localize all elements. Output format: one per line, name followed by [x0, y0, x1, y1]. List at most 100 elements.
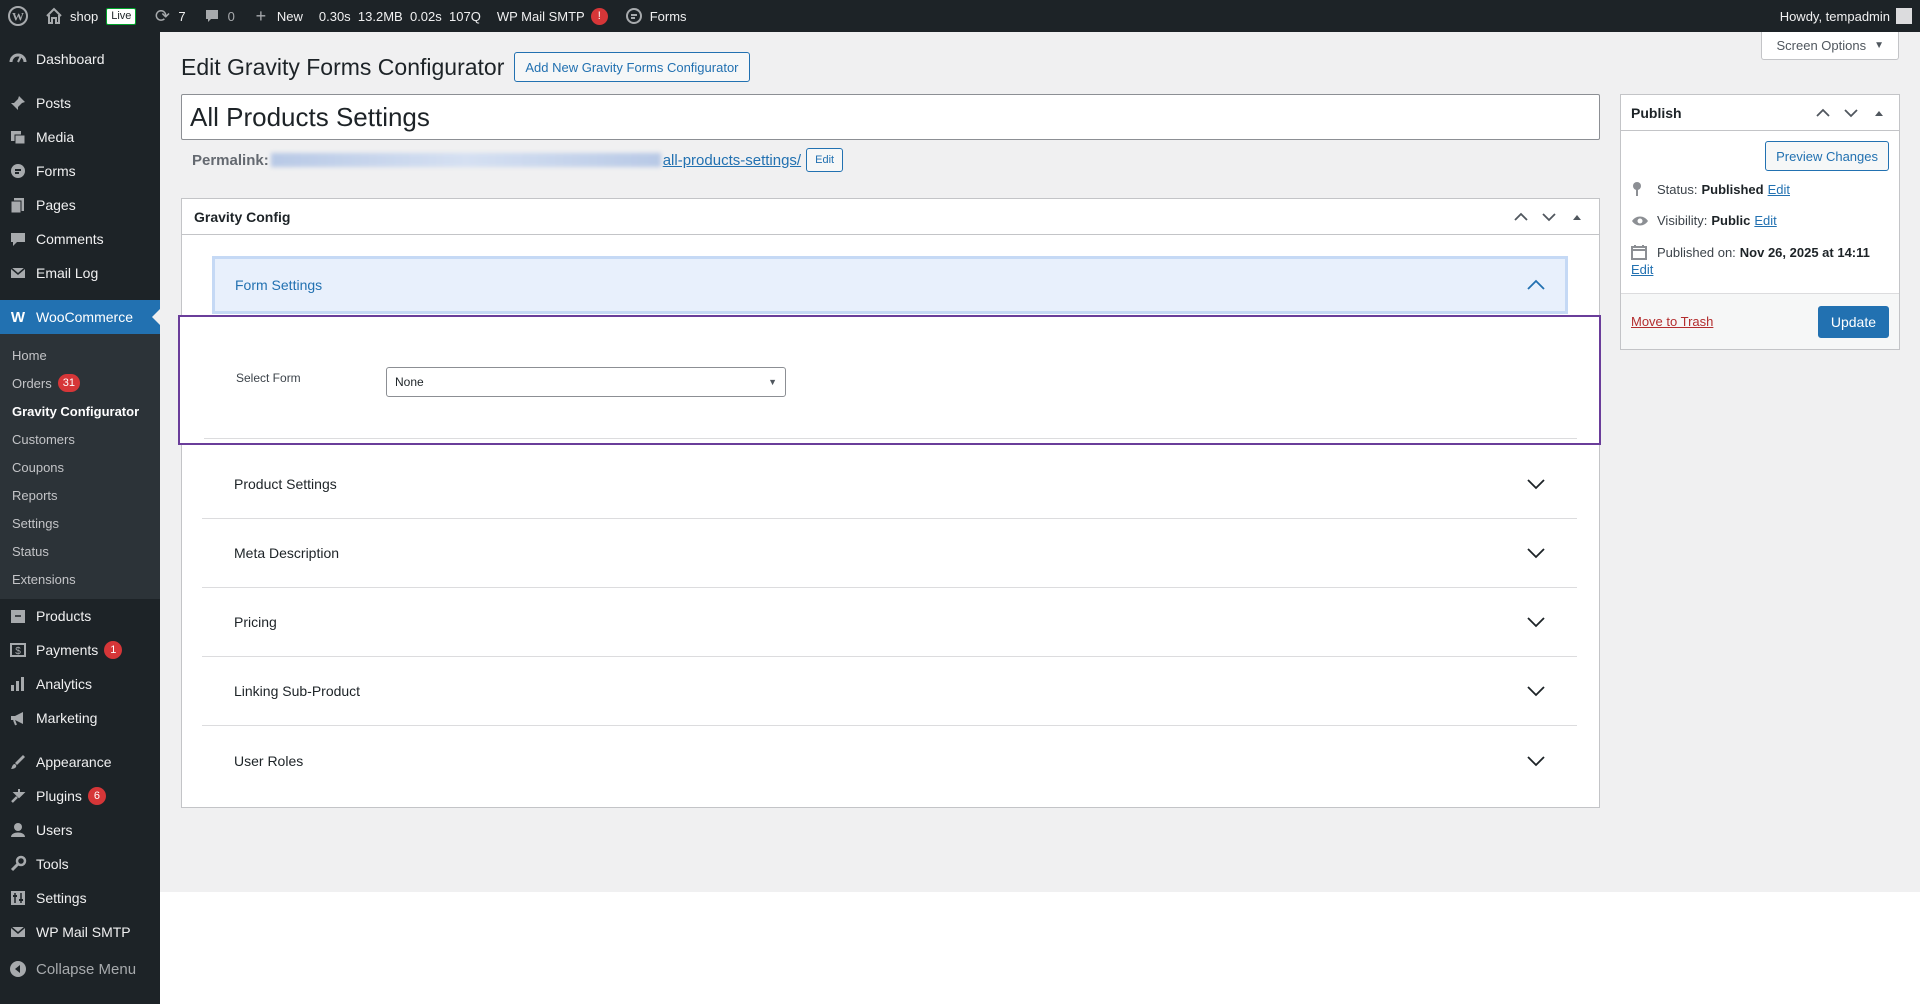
submenu-extensions[interactable]: Extensions: [0, 565, 160, 593]
woocommerce-submenu: Home Orders 31 Gravity Configurator Custo…: [0, 334, 160, 599]
post-title-input[interactable]: All Products Settings: [181, 94, 1600, 140]
pages-icon: [8, 195, 28, 215]
move-to-trash-link[interactable]: Move to Trash: [1631, 314, 1713, 329]
permalink-link[interactable]: all-products-settings/: [663, 152, 801, 169]
product-settings-header[interactable]: Product Settings: [202, 450, 1577, 519]
menu-media-label: Media: [36, 129, 75, 145]
pricing-header[interactable]: Pricing: [202, 588, 1577, 657]
submenu-orders[interactable]: Orders 31: [0, 369, 160, 397]
query-monitor-link[interactable]: 0.30s 13.2MB 0.02s 107Q: [311, 0, 489, 32]
publish-actions: Move to Trash Update: [1621, 293, 1899, 349]
menu-appearance[interactable]: Appearance: [0, 745, 160, 779]
menu-plugins-label: Plugins: [36, 788, 82, 804]
wp-mail-smtp-link[interactable]: WP Mail SMTP !: [489, 0, 616, 32]
menu-settings[interactable]: Settings: [0, 881, 160, 915]
comments-count: 0: [227, 8, 235, 24]
submenu-reports[interactable]: Reports: [0, 481, 160, 509]
permalink-label: Permalink:: [192, 151, 269, 169]
move-up-icon[interactable]: [1813, 108, 1833, 118]
meta-description-label: Meta Description: [234, 545, 340, 561]
toggle-panel-icon[interactable]: [1567, 213, 1587, 221]
gravity-config-header: Gravity Config: [182, 199, 1599, 235]
updates-icon: ⟳: [154, 5, 170, 26]
toggle-panel-icon[interactable]: [1869, 109, 1889, 117]
preview-changes-button[interactable]: Preview Changes: [1765, 141, 1889, 171]
forms-link[interactable]: Forms: [616, 0, 695, 32]
media-icon: [8, 127, 28, 147]
select-form-label: Select Form: [236, 371, 301, 385]
menu-email-log[interactable]: Email Log: [0, 256, 160, 290]
update-button[interactable]: Update: [1817, 305, 1889, 338]
status-edit-link[interactable]: Edit: [1768, 182, 1790, 197]
menu-posts[interactable]: Posts: [0, 86, 160, 120]
products-icon: [8, 606, 28, 626]
user-roles-header[interactable]: User Roles: [202, 726, 1577, 795]
chevron-down-icon: [1527, 547, 1545, 559]
move-down-icon[interactable]: [1841, 108, 1861, 118]
linking-sub-product-header[interactable]: Linking Sub-Product: [202, 657, 1577, 726]
menu-wp-mail-smtp[interactable]: WP Mail SMTP: [0, 915, 160, 949]
menu-comments[interactable]: Comments: [0, 222, 160, 256]
move-up-icon[interactable]: [1511, 212, 1531, 222]
submenu-coupons[interactable]: Coupons: [0, 453, 160, 481]
collapse-menu-button[interactable]: Collapse Menu: [0, 951, 160, 987]
site-name: shop: [70, 8, 99, 24]
product-settings-label: Product Settings: [234, 476, 337, 492]
comments-link[interactable]: 0: [194, 0, 243, 32]
perf-memory: 13.2MB: [357, 8, 403, 24]
menu-dashboard[interactable]: Dashboard: [0, 42, 160, 76]
menu-payments[interactable]: $ Payments 1: [0, 633, 160, 667]
meta-description-header[interactable]: Meta Description: [202, 519, 1577, 588]
menu-woocommerce[interactable]: W WooCommerce: [0, 300, 160, 334]
menu-marketing[interactable]: Marketing: [0, 701, 160, 735]
screen-options-label: Screen Options: [1776, 38, 1867, 53]
site-name-link[interactable]: shop Live: [36, 0, 144, 32]
published-label: Published on:: [1657, 244, 1736, 260]
submenu-status[interactable]: Status: [0, 537, 160, 565]
visibility-edit-link[interactable]: Edit: [1754, 213, 1776, 228]
add-new-button[interactable]: Add New Gravity Forms Configurator: [514, 52, 750, 82]
form-settings-header[interactable]: Form Settings: [212, 256, 1568, 314]
menu-forms[interactable]: Forms: [0, 154, 160, 188]
forms-icon: [624, 6, 644, 26]
move-down-icon[interactable]: [1539, 212, 1559, 222]
plugins-icon: [8, 786, 28, 806]
form-settings-panel: Select Form None ▼: [178, 315, 1601, 445]
my-account-link[interactable]: Howdy, tempadmin: [1772, 0, 1920, 32]
gravity-config-metabox: Gravity Config Form Settings Select Form…: [178, 198, 1601, 808]
menu-analytics[interactable]: Analytics: [0, 667, 160, 701]
wordpress-logo[interactable]: W: [0, 0, 36, 32]
menu-plugins[interactable]: Plugins 6: [0, 779, 160, 813]
menu-pages-label: Pages: [36, 197, 76, 213]
submenu-coupons-label: Coupons: [12, 459, 65, 475]
perf-time: 0.30s: [318, 8, 351, 24]
payments-badge: 1: [104, 641, 123, 659]
submenu-settings[interactable]: Settings: [0, 509, 160, 537]
select-form-dropdown[interactable]: None ▼: [386, 367, 786, 397]
submenu-gravity-configurator[interactable]: Gravity Configurator: [0, 397, 160, 425]
menu-analytics-label: Analytics: [36, 676, 93, 692]
permalink-edit-button[interactable]: Edit: [806, 148, 844, 172]
plugins-badge: 6: [87, 787, 106, 805]
payments-icon: $: [8, 640, 28, 660]
visibility-row: Visibility: Public Edit: [1621, 213, 1899, 228]
collapse-icon: [8, 959, 28, 979]
menu-products-label: Products: [36, 608, 92, 624]
visibility-label: Visibility:: [1657, 213, 1708, 228]
menu-media[interactable]: Media: [0, 120, 160, 154]
updates-link[interactable]: ⟳ 7: [144, 0, 193, 32]
eye-icon: [1631, 215, 1649, 227]
menu-tools[interactable]: Tools: [0, 847, 160, 881]
screen-options-button[interactable]: Screen Options ▼: [1761, 32, 1899, 60]
comments-icon: [8, 229, 28, 249]
submenu-home[interactable]: Home: [0, 341, 160, 369]
main-content: Screen Options ▼ Edit Gravity Forms Conf…: [160, 32, 1920, 892]
publish-title: Publish: [1631, 104, 1682, 121]
published-edit-link[interactable]: Edit: [1631, 262, 1653, 277]
menu-products[interactable]: Products: [0, 599, 160, 633]
menu-pages[interactable]: Pages: [0, 188, 160, 222]
smtp-label: WP Mail SMTP: [496, 8, 585, 24]
submenu-customers[interactable]: Customers: [0, 425, 160, 453]
new-content-link[interactable]: + New: [243, 0, 311, 32]
menu-users[interactable]: Users: [0, 813, 160, 847]
